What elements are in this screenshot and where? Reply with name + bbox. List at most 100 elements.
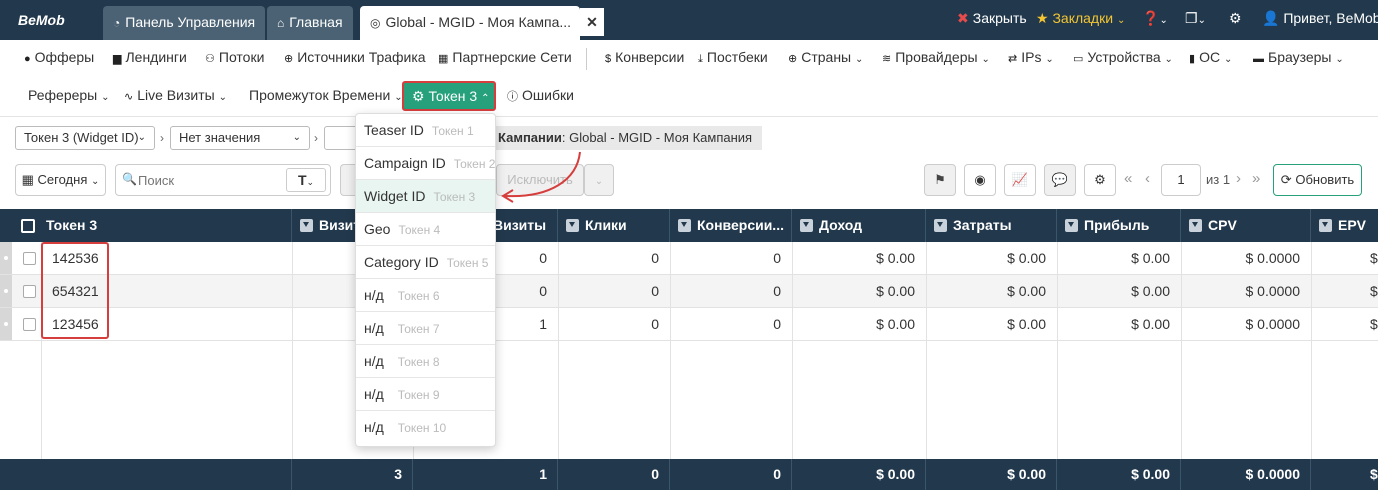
user-menu[interactable]: 👤 Привет, BeMob [1262,10,1378,27]
close-tab-button[interactable]: ✕ [580,8,604,36]
menu-item-token-6[interactable]: н/д Токен 6 [356,279,495,312]
next-page-icon[interactable]: › [1236,170,1241,187]
row-checkbox[interactable] [23,285,36,298]
nav-traffic-sources[interactable]: ⊕ Источники Трафика [284,49,426,65]
menu-item-teaser-id[interactable]: Teaser ID Токен 1 [356,114,495,147]
column-header-conversions[interactable]: Конверсии... [670,209,792,242]
close-button[interactable]: ✖ Закрыть [957,10,1027,27]
total-cost: $ 0.00 [926,459,1057,490]
tab-dashboard[interactable]: ◔ Панель Управления [103,6,266,40]
tab-home[interactable]: ⌂ Главная [267,6,353,40]
breadcrumb-select-token[interactable]: Токен 3 (Widget ID) ⌄ [15,126,155,150]
tab-campaign[interactable]: ◎Global - MGID - Моя Кампа... ⌄ [360,6,587,40]
chart-button[interactable]: 📈 [1004,164,1036,196]
nav-errors[interactable]: ⓘ Ошибки [507,87,574,104]
close-icon: ✖ [957,10,969,26]
breadcrumb-select-value[interactable]: Нет значения ⌄ [170,126,310,150]
last-page-icon[interactable]: » [1252,170,1260,187]
search-input[interactable] [138,171,278,189]
edit-button[interactable] [340,164,356,196]
menu-item-token-8[interactable]: н/д Токен 8 [356,345,495,378]
select-all-checkbox[interactable] [21,219,35,233]
cell-revenue: $ 0.00 [876,250,915,266]
menu-item-campaign-id[interactable]: Campaign ID Токен 2 [356,147,495,180]
menu-item-category-id[interactable]: Category ID Токен 5 [356,246,495,279]
nav-providers[interactable]: ≋ Провайдеры ⌄ [882,49,990,65]
nav-time-range[interactable]: Промежуток Времени ⌄ [249,87,403,103]
menu-item-geo[interactable]: Geo Токен 4 [356,213,495,246]
nav-browsers[interactable]: ▬ Браузеры ⌄ [1253,49,1344,65]
token-dropdown-menu: Teaser ID Токен 1 Campaign ID Токен 2 Widg… [355,113,496,447]
nav-devices[interactable]: ▭ Устройства ⌄ [1073,49,1173,65]
first-page-icon[interactable]: « [1124,170,1132,187]
cell-cpv: $ 0.0000 [1245,283,1301,299]
settings-button[interactable]: ⚙ [1084,164,1116,196]
page-input[interactable]: 1 [1161,164,1201,196]
settings-button[interactable]: ⚙ [1229,10,1242,27]
laptop-icon: ▭ [1073,53,1084,65]
flag-icon: ⚑ [934,172,946,187]
cell-cost: $ 0.00 [1007,283,1046,299]
column-header-token[interactable]: Токен 3 [0,209,292,242]
prev-page-icon[interactable]: ‹ [1145,170,1150,187]
refresh-icon: ⟳ [1280,172,1292,187]
column-header-epv[interactable]: EPV [1311,209,1378,242]
divider [586,48,587,70]
table-row[interactable]: 142536 0 0 0 $ 0.00 $ 0.00 $ 0.00 $ 0.00… [0,242,1378,275]
windows-button[interactable]: ❐⌄ [1185,10,1206,27]
filter-icon [934,219,947,232]
date-range-button[interactable]: ▦ Сегодня ⌄ [15,164,106,196]
column-divider [1181,242,1182,459]
menu-item-token-9[interactable]: н/д Токен 9 [356,378,495,411]
nav-countries[interactable]: ⊕ Страны ⌄ [788,49,863,65]
column-divider [292,242,293,459]
cell-profit: $ 0.00 [1131,316,1170,332]
column-header-cpv[interactable]: CPV [1181,209,1311,242]
refresh-button[interactable]: ⟳ Обновить [1273,164,1362,196]
column-divider [792,242,793,459]
filter-icon [800,219,813,232]
total-profit: $ 0.00 [1057,459,1181,490]
chevron-up-icon: ⌃ [481,93,490,104]
nav-live-visits[interactable]: ∿ Live Визиты ⌄ [124,87,227,103]
nav-flows[interactable]: ⚇ Потоки [205,49,264,65]
help-button[interactable]: ❓⌄ [1142,10,1168,27]
menu-item-token-10[interactable]: н/д Токен 10 [356,411,495,444]
comment-icon: 💬 [1051,172,1069,187]
nav-postbacks[interactable]: ⤓ Постбеки [698,49,768,66]
nav-ips[interactable]: ⇄ IPs ⌄ [1008,49,1054,65]
gear-icon: ⚙ [1094,172,1106,187]
nav-referrers[interactable]: Рефереры ⌄ [28,87,110,103]
table-row[interactable]: 123456 1 0 0 $ 0.00 $ 0.00 $ 0.00 $ 0.00… [0,308,1378,341]
menu-item-widget-id[interactable]: Widget ID Токен 3 [356,180,495,213]
nav-offers[interactable]: ● Офферы [24,49,94,65]
gear-icon: ⚙ [1229,10,1242,26]
top-bar: BeMob ◔ Панель Управления ⌂ Главная ◎ Globa… [0,0,1378,40]
cell-clicks: 0 [651,250,659,266]
column-header-profit[interactable]: Прибыль [1057,209,1181,242]
column-header-revenue[interactable]: Доход [792,209,926,242]
nav-conversions[interactable]: $ Конверсии [605,49,684,65]
nav-affiliate-networks[interactable]: ▦ Партнерские Сети [438,49,572,65]
row-checkbox[interactable] [23,252,36,265]
flag-button[interactable]: ⚑ [924,164,956,196]
highlight-box [41,242,109,339]
dashboard-icon: ◔ [113,16,121,30]
chevron-down-icon: ⌄ [594,176,604,187]
menu-item-token-7[interactable]: н/д Токен 7 [356,312,495,345]
token-3-button[interactable]: ⚙ Токен 3 ⌃ [402,81,496,111]
view-button[interactable]: ◉ [964,164,996,196]
column-header-cost[interactable]: Затраты [926,209,1057,242]
nav-landings[interactable]: ▆ Лендинги [113,49,187,65]
star-icon: ★ [1036,10,1049,26]
row-checkbox[interactable] [23,318,36,331]
text-search-mode-button[interactable]: T⌄ [286,168,326,192]
column-header-clicks[interactable]: Клики [558,209,670,242]
comment-button[interactable]: 💬 [1044,164,1076,196]
nav-os[interactable]: ▮ ОС ⌄ [1189,49,1232,65]
chevron-down-icon: ⌄ [1045,54,1054,65]
table-row[interactable]: 654321 0 0 0 $ 0.00 $ 0.00 $ 0.00 $ 0.00… [0,275,1378,308]
total-visits: 3 [292,459,413,490]
bookmarks-button[interactable]: ★ Закладки ⌄ [1036,10,1125,27]
total-epv: $ [1370,466,1378,482]
